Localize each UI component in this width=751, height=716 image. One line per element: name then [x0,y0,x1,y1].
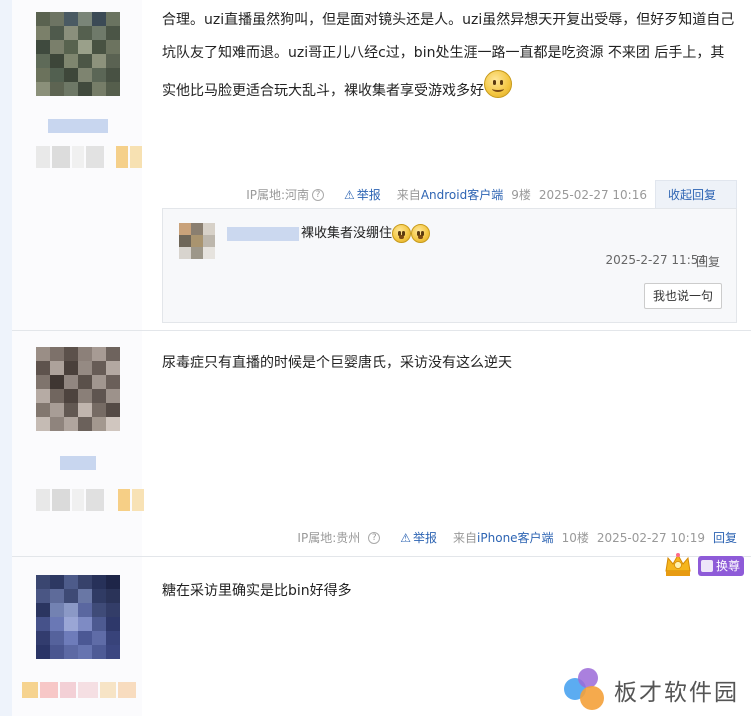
watermark-logo-icon [564,668,608,712]
question-icon[interactable]: ? [368,531,381,544]
reply-link[interactable]: 回复 [713,531,737,545]
user-panel [12,0,142,330]
question-icon[interactable]: ? [312,188,325,201]
warning-icon: ⚠ [400,531,412,545]
user-level-badges [36,146,142,168]
source-prefix: 来自 [396,188,421,202]
user-panel [12,331,144,556]
watermark-text: 板才软件园 [614,680,739,706]
dress-up-badge[interactable]: 换尊 [698,556,745,576]
sub-reply-time: 2025-2-27 11:54 [605,253,707,267]
source-client-link[interactable]: Android客户端 [421,188,503,202]
username-blurred[interactable] [60,456,96,470]
watermark: 板才软件园 [564,668,739,712]
report-link[interactable]: 举报 [413,531,437,545]
source-prefix: 来自 [453,531,478,545]
say-something-button[interactable]: 我也说一句 [644,283,722,309]
sub-reply-text: 裸收集者没绷住 [301,223,431,245]
avatar[interactable] [36,347,120,431]
crown-icon [663,551,693,577]
avatar[interactable] [36,575,120,659]
floor-number: 10楼 [561,531,589,545]
user-level-badges [36,489,144,511]
badge-icon [701,560,713,572]
user-level-badges [22,682,136,698]
avatar[interactable] [36,12,120,96]
post-meta: IP属地:贵州? ⚠ 举报 来自iPhone客户端 10楼 2025-02-27 … [289,529,737,546]
post-floor-9: 合理。uzi直播虽然狗叫，但是面对镜头还是人。uzi虽然异想天开复出受辱，但好歹… [12,0,751,331]
post-time: 2025-02-27 10:16 [538,187,647,202]
content-line: 糖在采访里确实是比bin好得多 [162,583,352,599]
sub-reply-avatar[interactable] [179,223,215,259]
left-edge-bar [0,0,12,716]
post-meta: IP属地:河南? ⚠ 举报 来自Android客户端 9楼 2025-02-27 … [238,186,647,203]
user-panel [12,557,142,716]
sub-reply-panel: 裸收集者没绷住 2025-2-27 11:54 回复 我也说一句 [162,208,737,323]
floor-number: 9楼 [511,188,531,202]
ip-location: IP属地:河南 [246,188,310,202]
post-floor-10: 尿毒症只有直播的时候是个巨婴唐氏，采访没有这么逆天 IP属地:贵州? ⚠ 举报 来… [12,331,751,557]
content-line: 尿毒症只有直播的时候是个巨婴唐氏，采访没有这么逆天 [162,355,512,371]
ip-location: IP属地:贵州 [297,531,361,545]
post-time: 2025-02-27 10:19 [596,530,705,545]
post-content: 尿毒症只有直播的时候是个巨婴唐氏，采访没有这么逆天 [162,347,737,380]
sub-reply-content: 裸收集者没绷住 [301,226,393,241]
content-line: 坑队友了知难而退。uzi哥正儿八经c过，bin处生涯一路一直都是吃资源 不来团 … [162,45,725,61]
shock-emoji [392,224,412,243]
report-link[interactable]: 举报 [357,188,381,202]
warning-icon: ⚠ [344,188,355,202]
shock-emoji [411,224,431,243]
post-content: 合理。uzi直播虽然狗叫，但是面对镜头还是人。uzi虽然异想天开复出受辱，但好歹… [162,4,737,110]
content-line: 实他比马脸更适合玩大乱斗，裸收集者享受游戏多好 [162,83,484,99]
source-client-link[interactable]: iPhone客户端 [477,531,554,545]
badge-label: 换尊 [716,559,741,573]
post-content: 糖在采访里确实是比bin好得多 [162,575,737,608]
content-line: 合理。uzi直播虽然狗叫，但是面对镜头还是人。uzi虽然异想天开复出受辱，但好歹… [162,12,735,28]
sub-reply-reply-link[interactable]: 回复 [696,253,720,270]
sub-reply-username-blurred[interactable] [227,227,299,241]
smile-emoji [484,70,512,98]
collapse-reply-tab[interactable]: 收起回复 [655,180,737,208]
username-blurred[interactable] [48,119,108,133]
